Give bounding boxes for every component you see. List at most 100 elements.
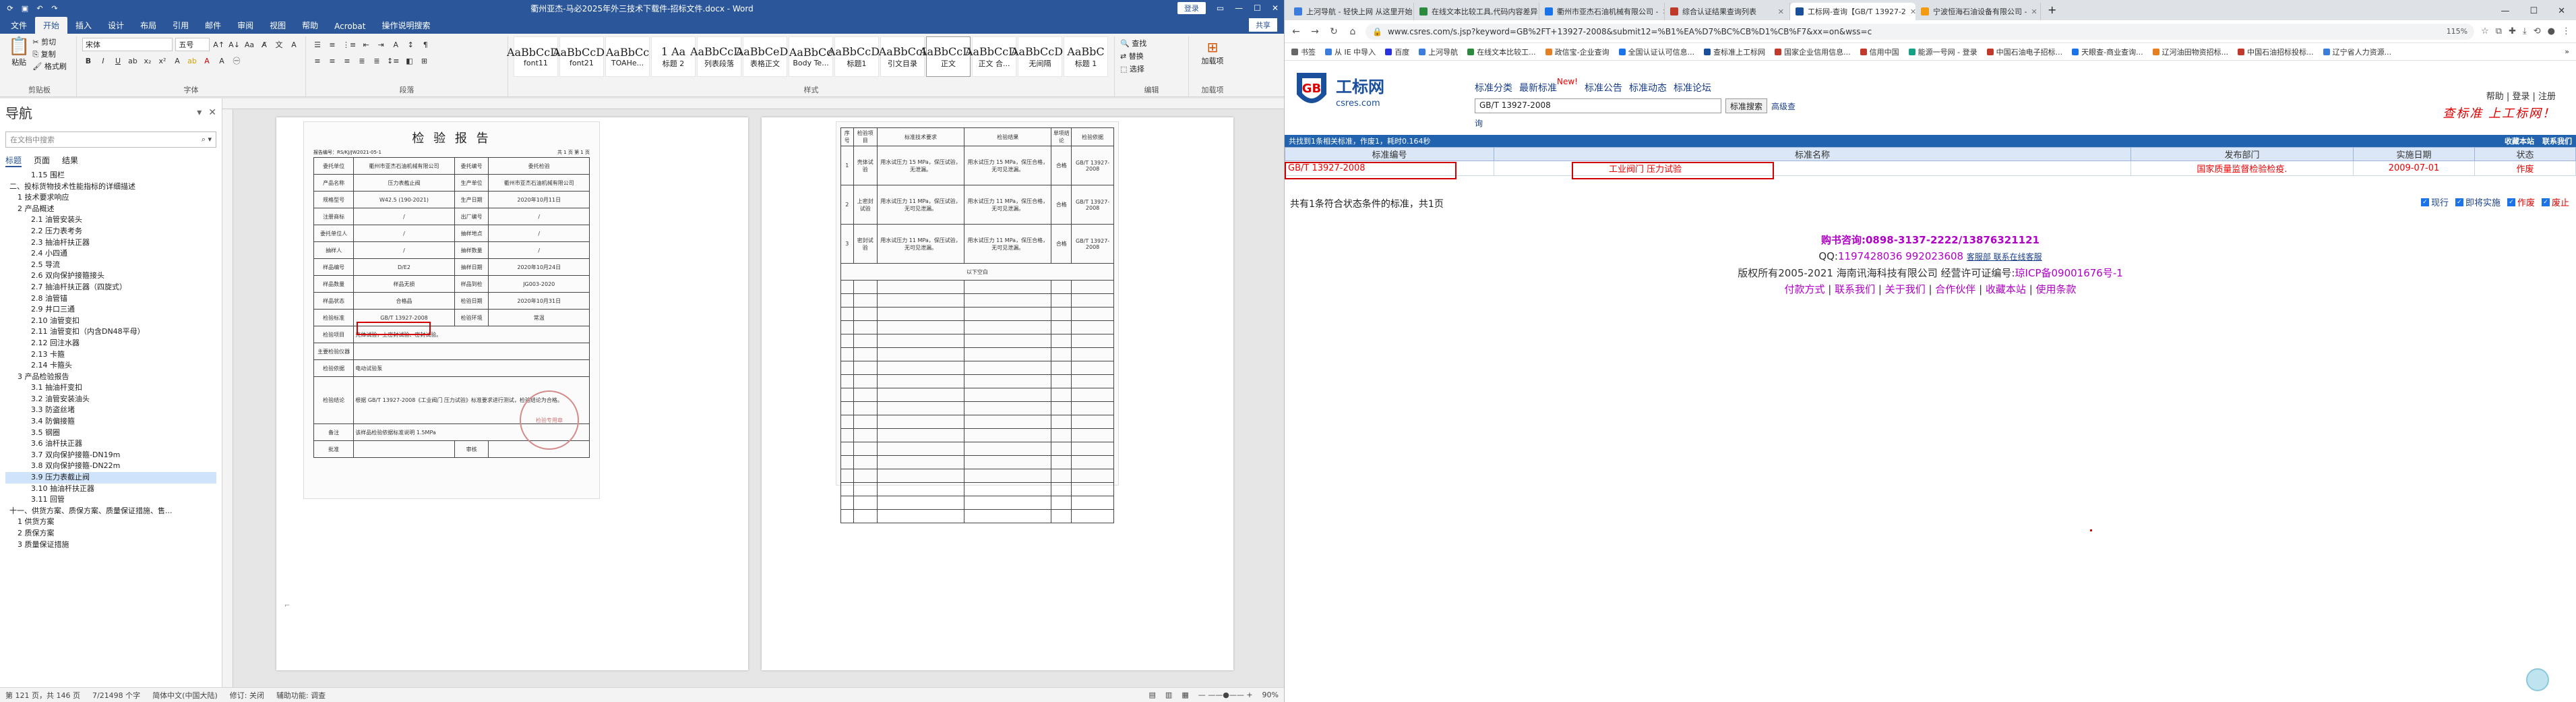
nav-link-news[interactable]: 标准动态 xyxy=(1629,81,1667,94)
site-logo[interactable]: GB 工标网 csres.com xyxy=(1293,67,1384,115)
style-item[interactable]: AaBbCcDc 无间隔 xyxy=(1011,36,1069,77)
clear-format-icon[interactable]: A̸ xyxy=(258,38,270,51)
style-item[interactable]: AaBbC 标题 1 xyxy=(1064,36,1108,77)
font-color-icon[interactable]: A xyxy=(201,54,213,67)
profile-icon[interactable]: ● xyxy=(2548,26,2555,36)
nav-heading-item[interactable]: 2.14 卡箍头 xyxy=(5,360,216,372)
style-item[interactable]: AaBbCcDc font21 xyxy=(553,36,611,77)
increase-indent-icon[interactable]: ⇥ xyxy=(375,38,387,51)
tab-help[interactable]: 帮助 xyxy=(294,17,326,34)
change-case-icon[interactable]: Aa xyxy=(243,38,255,51)
login-button[interactable]: 登录 xyxy=(1177,2,1206,14)
bookmark-item[interactable]: 上河导航 xyxy=(1419,47,1458,57)
chinese-layout-icon[interactable]: A xyxy=(390,38,402,51)
bookmark-item[interactable]: 中国石油电子招标... xyxy=(1986,47,2062,57)
history-icon[interactable]: ⟲ xyxy=(2534,26,2541,36)
online-service-link[interactable]: 客服部 联系在线客服 xyxy=(1967,252,2042,262)
nav-heading-item[interactable]: 2.3 抽油杆扶正器 xyxy=(5,237,216,249)
close-icon[interactable]: ✕ xyxy=(2558,6,2565,16)
nav-heading-item[interactable]: 3.9 压力表截止阀 xyxy=(5,472,216,484)
forward-icon[interactable]: → xyxy=(1309,26,1321,37)
font-size-select[interactable]: 五号 xyxy=(175,38,210,51)
footer-link[interactable]: 使用条款 xyxy=(2036,283,2077,295)
accessibility[interactable]: 辅助功能: 调查 xyxy=(276,690,326,701)
copy-button[interactable]: ⎘ 复制 xyxy=(32,49,66,59)
tab-design[interactable]: 设计 xyxy=(100,17,132,34)
enclose-char-icon[interactable]: ㊀ xyxy=(231,54,243,67)
nav-link-latest[interactable]: 最新标准New! xyxy=(1519,77,1578,94)
nav-close-icon[interactable]: ✕ xyxy=(208,107,216,118)
nav-heading-item[interactable]: 1 供货方案 xyxy=(5,517,216,528)
nav-heading-item[interactable]: 3.10 抽油杆扶正器 xyxy=(5,484,216,495)
italic-icon[interactable]: I xyxy=(97,54,109,67)
nav-heading-item[interactable]: 2.11 油管变扣（内含DN48平母） xyxy=(5,326,216,338)
nav-heading-item[interactable]: 3.6 油杆扶正器 xyxy=(5,438,216,450)
bookmark-item[interactable]: 辽宁省人力资源... xyxy=(2323,47,2391,57)
advanced-search-link-line2[interactable]: 询 xyxy=(1475,117,1483,129)
nav-link-category[interactable]: 标准分类 xyxy=(1475,81,1512,94)
standard-search-input[interactable]: GB/T 13927-2008 xyxy=(1475,98,1721,113)
status-filter-checkbox[interactable]: ✓ 作废 xyxy=(2507,196,2535,208)
autosave-icon[interactable]: ⟳ xyxy=(5,3,15,13)
footer-link[interactable]: 收藏本站 xyxy=(1986,283,2026,295)
nav-tab-pages[interactable]: 页面 xyxy=(34,154,50,167)
browser-tab[interactable]: 综合认证结果查询列表 ✕ xyxy=(1665,3,1790,20)
nav-tab-headings[interactable]: 标题 xyxy=(5,154,22,167)
maximize-icon[interactable]: ☐ xyxy=(2529,6,2538,16)
subscript-icon[interactable]: x₂ xyxy=(142,54,154,67)
bookmark-item[interactable]: 查标准上工标网 xyxy=(1704,47,1765,57)
bookmark-item[interactable]: 从 IE 中导入 xyxy=(1325,47,1376,57)
tell-me-search[interactable]: 操作说明搜索 xyxy=(373,17,438,34)
nav-heading-item[interactable]: 2.13 卡箍 xyxy=(5,349,216,361)
bookmark-item[interactable]: 信用中国 xyxy=(1860,47,1899,57)
numbering-icon[interactable]: ≡ xyxy=(326,38,338,51)
maximize-icon[interactable]: ☐ xyxy=(1254,3,1261,13)
style-item[interactable]: AaBbCcDc 标题1 xyxy=(828,36,886,77)
bold-icon[interactable]: B xyxy=(82,54,94,67)
standard-search-button[interactable]: 标准搜索 xyxy=(1725,98,1768,113)
footer-link[interactable]: 合作伙伴 xyxy=(1935,283,1975,295)
borders-icon[interactable]: ⊞ xyxy=(418,54,430,67)
bookmark-item[interactable]: 辽河油田物资招标... xyxy=(2152,47,2228,57)
paste-button[interactable]: 📋 粘贴 xyxy=(8,36,30,67)
nav-heading-item[interactable]: 2.6 双向保护接箍接头 xyxy=(5,270,216,282)
nav-heading-item[interactable]: 3.4 防偏接箍 xyxy=(5,416,216,428)
text-effects-icon[interactable]: A xyxy=(171,54,183,67)
bookmark-item[interactable]: 全国认证认可信息... xyxy=(1618,47,1694,57)
print-layout-icon[interactable]: ▦ xyxy=(1182,691,1188,699)
close-icon[interactable]: ✕ xyxy=(1272,3,1279,13)
nav-heading-item[interactable]: 2 产品概述 xyxy=(5,204,216,215)
multilevel-list-icon[interactable]: ⋮≡ xyxy=(341,38,357,51)
home-icon[interactable]: ⌂ xyxy=(1347,26,1359,37)
find-button[interactable]: 🔍 查找 xyxy=(1120,38,1183,49)
zoom-slider[interactable]: — ——●—— + xyxy=(1198,691,1253,699)
browser-tab[interactable]: 在线文本比较工具,代码内容差异✕ xyxy=(1414,3,1539,20)
align-right-icon[interactable]: ≡ xyxy=(341,54,353,67)
cut-button[interactable]: ✂ 剪切 xyxy=(32,36,66,47)
nav-link-announce[interactable]: 标准公告 xyxy=(1585,81,1622,94)
status-filter-checkbox[interactable]: ✓ 即将实施 xyxy=(2455,196,2501,208)
nav-heading-item[interactable]: 2.12 回注水器 xyxy=(5,338,216,349)
browser-tab[interactable]: 宁波恒海石油设备有限公司 - ✕ xyxy=(1915,3,2041,20)
nav-heading-item[interactable]: 2.8 油管锚 xyxy=(5,293,216,305)
bookmark-item[interactable]: 能源一号网 - 登录 xyxy=(1908,47,1977,57)
redo-icon[interactable]: ↷ xyxy=(50,3,59,13)
advanced-search-link[interactable]: 高级查 xyxy=(1771,100,1796,112)
footer-link[interactable]: 关于我们 xyxy=(1885,283,1926,295)
nav-heading-item[interactable]: 十一、供货方案、质保方案、质量保证措施、售... xyxy=(5,506,216,517)
nav-heading-item[interactable]: 3.11 回管 xyxy=(5,494,216,506)
nav-heading-item[interactable]: 3.5 钢圈 xyxy=(5,428,216,439)
status-filter-checkbox[interactable]: ✓ 废止 xyxy=(2541,196,2569,208)
tab-acrobat[interactable]: Acrobat xyxy=(326,19,373,34)
superscript-icon[interactable]: x² xyxy=(156,54,168,67)
nav-options-icon[interactable]: ▾ xyxy=(197,107,202,118)
tab-review[interactable]: 审阅 xyxy=(229,17,262,34)
share-button[interactable]: 共享 xyxy=(1249,18,1277,32)
strikethrough-icon[interactable]: ab xyxy=(127,54,139,67)
new-tab-icon[interactable]: + xyxy=(2041,3,2063,20)
nav-heading-item[interactable]: 1 技术要求响应 xyxy=(5,192,216,204)
nav-heading-item[interactable]: 2 质保方案 xyxy=(5,528,216,539)
tab-home[interactable]: 开始 xyxy=(35,17,68,34)
status-filter-checkbox[interactable]: ✓ 现行 xyxy=(2420,196,2449,208)
line-spacing-icon[interactable]: ↕≡ xyxy=(386,54,400,67)
